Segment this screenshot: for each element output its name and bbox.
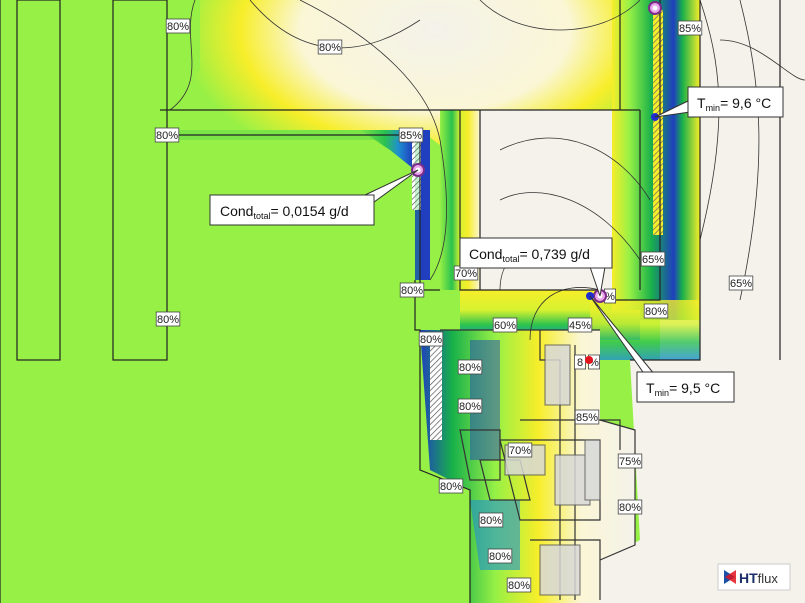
humidity-label: 80% — [155, 311, 181, 327]
humidity-label: 60% — [492, 317, 518, 333]
humidity-label: 80% — [617, 499, 643, 515]
humidity-label-text: 65% — [730, 278, 752, 290]
cond-left-text: Condtotal= 0,0154 g/d — [220, 203, 349, 221]
humidity-label-text: 80% — [156, 130, 178, 142]
humidity-label-text: 75% — [619, 456, 641, 468]
humidity-label: 80% — [165, 18, 191, 34]
humidity-label: 45% — [567, 317, 593, 333]
humidity-label-text: 60% — [494, 320, 516, 332]
humidity-label-text: 80% — [508, 580, 530, 592]
red-point — [585, 356, 593, 364]
cond-marker-top-center — [652, 5, 658, 11]
humidity-label: 80% — [457, 359, 483, 375]
humidity-label-text: 80% — [440, 481, 462, 493]
humidity-label: 70% — [507, 442, 533, 458]
humidity-label: 80% — [418, 331, 444, 347]
humidity-label: 85% — [677, 20, 703, 36]
humidity-diagram: 80% 80% 80% 85% 80% 70% 80% 80% 60% 45% 80% 80% 85% 7… — [0, 0, 805, 603]
humidity-label-text: 45% — [569, 320, 591, 332]
humidity-label: 80% — [506, 577, 532, 593]
humidity-label-text: 65% — [642, 254, 664, 266]
humidity-label: 65% — [728, 275, 754, 291]
humidity-label: 80% — [457, 398, 483, 414]
cond-mid-text: Condtotal= 0,739 g/d — [469, 246, 590, 264]
humidity-label-text: 80% — [157, 314, 179, 326]
humidity-label: 80% — [399, 282, 425, 298]
humidity-label-text: 85% — [400, 130, 422, 142]
humidity-label-text: 80% — [420, 334, 442, 346]
humidity-label: 65% — [640, 251, 666, 267]
simulation-canvas: 80% 80% 80% 85% 80% 70% 80% 80% 60% 45% 80% 80% 85% 7… — [0, 0, 805, 603]
humidity-label-text: 70% — [509, 445, 531, 457]
humidity-label-text: 80% — [480, 515, 502, 527]
humidity-label-text: 80% — [401, 285, 423, 297]
humidity-label-text: 80% — [645, 306, 667, 318]
right-seal-hatch — [653, 10, 663, 235]
humidity-label: 80% — [643, 303, 669, 319]
humidity-label-text: 80% — [459, 401, 481, 413]
humidity-label: 80% — [487, 548, 513, 564]
humidity-label-text: 80% — [319, 42, 341, 54]
humidity-label: 75% — [617, 453, 643, 469]
humidity-label: 8 — [574, 354, 587, 370]
humidity-label: 80% — [317, 39, 343, 55]
logo-text: HTflux — [739, 570, 778, 586]
profile-seal-hatch — [430, 340, 442, 440]
humidity-label-text: 80% — [167, 21, 189, 33]
humidity-label: 85% — [398, 127, 424, 143]
humidity-label: 85% — [574, 409, 600, 425]
humidity-label: 80% — [154, 127, 180, 143]
humidity-label-text: 80% — [459, 362, 481, 374]
humidity-label-text: 85% — [576, 412, 598, 424]
humidity-label: 80% — [478, 512, 504, 528]
humidity-label-text: 8 — [577, 357, 583, 369]
humidity-label: 80% — [438, 478, 464, 494]
humidity-label-text: 70% — [455, 268, 477, 280]
humidity-label-text: 85% — [679, 23, 701, 35]
humidity-label-text: 80% — [489, 551, 511, 563]
htflux-logo: HTflux — [717, 563, 791, 591]
humidity-label-text: 80% — [619, 502, 641, 514]
